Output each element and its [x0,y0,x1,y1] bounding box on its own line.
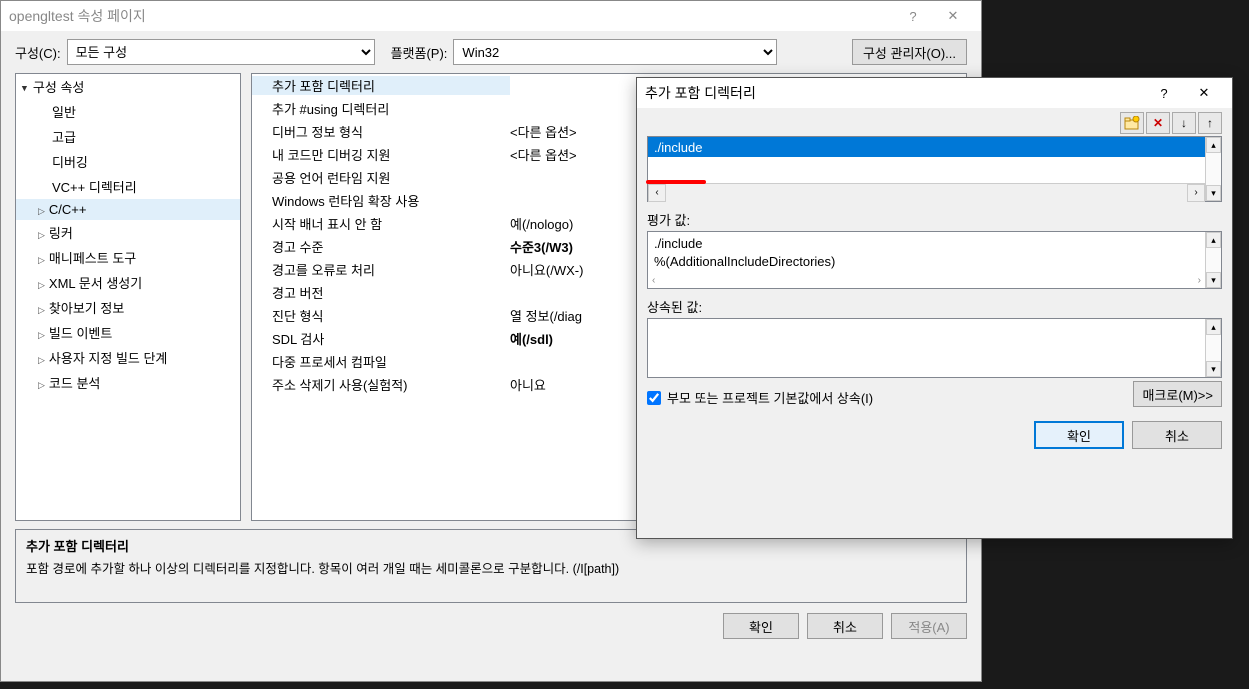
modal-close-button[interactable]: ✕ [1184,78,1224,108]
vertical-scrollbar[interactable]: ▴ ▾ [1205,319,1221,377]
path-entry-selected[interactable]: ./include [648,137,1221,157]
tree-item[interactable]: VC++ 디렉터리 [16,174,240,199]
scroll-down-icon[interactable]: ▾ [1206,272,1221,288]
delete-icon[interactable]: ✕ [1146,112,1170,134]
property-label: 시작 배너 표시 안 함 [252,214,510,233]
property-label: 경고를 오류로 처리 [252,260,510,279]
scroll-down-icon[interactable]: ▾ [1206,361,1221,377]
modal-ok-button[interactable]: 확인 [1034,421,1124,449]
eval-line: ./include [654,236,1215,254]
evaluated-values-box: ./include %(AdditionalIncludeDirectories… [647,231,1222,289]
tree-item[interactable]: 찾아보기 정보 [16,295,240,320]
desc-body: 포함 경로에 추가할 하나 이상의 디렉터리를 지정합니다. 항목이 여러 개일… [26,559,956,579]
macros-button[interactable]: 매크로(M)>> [1133,381,1222,407]
hscroll-left-icon[interactable]: ‹ [652,275,655,286]
close-button[interactable]: ✕ [933,1,973,31]
paths-listbox[interactable]: ./include ▴ ▾ ‹ › [647,136,1222,202]
scroll-up-icon[interactable]: ▴ [1206,137,1221,153]
inherit-checkbox-label: 부모 또는 프로젝트 기본값에서 상속(I) [667,388,873,407]
modal-cancel-button[interactable]: 취소 [1132,421,1222,449]
hscroll-right-icon[interactable]: › [1198,275,1201,286]
ok-button[interactable]: 확인 [723,613,799,639]
vertical-scrollbar[interactable]: ▴ ▾ [1205,232,1221,288]
horizontal-scrollbar[interactable]: ‹ › [648,183,1205,201]
move-up-icon[interactable]: ↑ [1198,112,1222,134]
modal-titlebar: 추가 포함 디렉터리 ? ✕ [637,78,1232,108]
tree-item[interactable]: 링커 [16,220,240,245]
inherit-label: 상속된 값: [647,297,1222,316]
apply-button[interactable]: 적용(A) [891,613,967,639]
inherit-checkbox[interactable] [647,391,661,405]
property-label: 다중 프로세서 컴파일 [252,352,510,371]
tree-item[interactable]: 디버깅 [16,149,240,174]
modal-title: 추가 포함 디렉터리 [645,83,1144,103]
property-label: 진단 형식 [252,306,510,325]
main-footer: 확인 취소 적용(A) [1,603,981,649]
scroll-up-icon[interactable]: ▴ [1206,232,1221,248]
property-label: 경고 수준 [252,237,510,256]
property-label: 공용 언어 런타임 지원 [252,168,510,187]
cancel-button[interactable]: 취소 [807,613,883,639]
tree-item[interactable]: XML 문서 생성기 [16,270,240,295]
platform-label: 플랫폼(P): [391,43,448,62]
tree-item[interactable]: 일반 [16,99,240,124]
vertical-scrollbar[interactable]: ▴ ▾ [1205,137,1221,201]
scroll-down-icon[interactable]: ▾ [1206,185,1221,201]
tree-item[interactable]: 고급 [16,124,240,149]
platform-select[interactable]: Win32 [453,39,777,65]
tree-item[interactable]: 사용자 지정 빌드 단계 [16,345,240,370]
tree-root[interactable]: 구성 속성 [16,74,240,99]
scroll-right-icon[interactable]: › [1187,184,1205,202]
property-label: 추가 포함 디렉터리 [252,76,510,95]
property-label: Windows 런타임 확장 사용 [252,191,510,210]
config-select[interactable]: 모든 구성 [67,39,375,65]
property-label: 주소 삭제기 사용(실험적) [252,375,510,394]
main-titlebar: opengltest 속성 페이지 ? ✕ [1,1,981,31]
property-label: 경고 버전 [252,283,510,302]
description-box: 추가 포함 디렉터리 포함 경로에 추가할 하나 이상의 디렉터리를 지정합니다… [15,529,967,603]
inherited-values-box: ▴ ▾ [647,318,1222,378]
help-button[interactable]: ? [893,1,933,31]
config-manager-button[interactable]: 구성 관리자(O)... [852,39,967,65]
config-toolbar: 구성(C): 모든 구성 플랫폼(P): Win32 구성 관리자(O)... [1,31,981,73]
scroll-up-icon[interactable]: ▴ [1206,319,1221,335]
eval-label: 평가 값: [647,210,1222,229]
category-tree[interactable]: 구성 속성 일반고급디버깅VC++ 디렉터리C/C++링커매니페스트 도구XML… [15,73,241,521]
property-label: SDL 검사 [252,329,510,348]
tree-item[interactable]: 빌드 이벤트 [16,320,240,345]
include-dirs-dialog: 추가 포함 디렉터리 ? ✕ ✕ ↓ ↑ ./include ▴ ▾ ‹ › 평… [636,77,1233,539]
modal-footer: 확인 취소 [637,407,1232,459]
new-folder-icon[interactable] [1120,112,1144,134]
property-label: 디버그 정보 형식 [252,122,510,141]
tree-item[interactable]: 매니페스트 도구 [16,245,240,270]
property-label: 내 코드만 디버깅 지원 [252,145,510,164]
property-label: 추가 #using 디렉터리 [252,99,510,118]
window-title: opengltest 속성 페이지 [9,6,893,26]
eval-line: %(AdditionalIncludeDirectories) [654,254,1215,272]
modal-toolbar: ✕ ↓ ↑ [637,108,1232,136]
config-label: 구성(C): [15,43,61,62]
move-down-icon[interactable]: ↓ [1172,112,1196,134]
tree-item[interactable]: 코드 분석 [16,370,240,395]
modal-help-button[interactable]: ? [1144,78,1184,108]
tree-item[interactable]: C/C++ [16,199,240,220]
scroll-left-icon[interactable]: ‹ [648,184,666,202]
